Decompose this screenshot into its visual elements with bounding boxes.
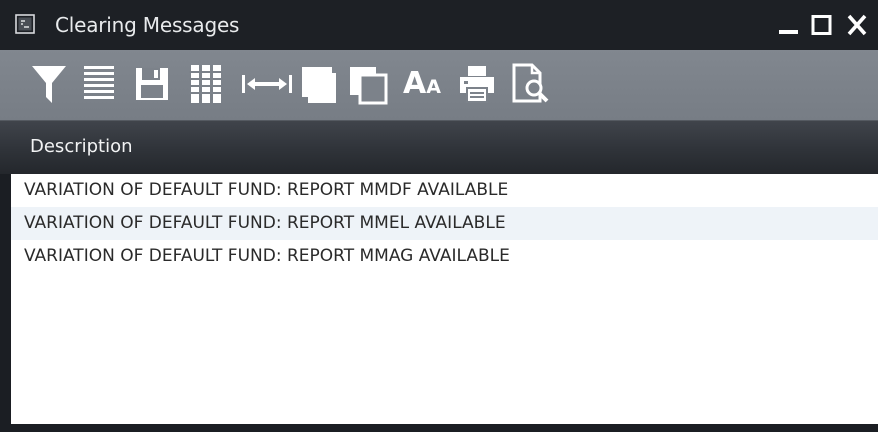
rows-icon xyxy=(84,66,114,99)
table-row[interactable]: VARIATION OF DEFAULT FUND: REPORT MMAG A… xyxy=(11,240,878,273)
floppy-disk-icon xyxy=(136,68,168,100)
send-to-back-icon xyxy=(350,67,388,105)
font-size-icon: AA xyxy=(403,69,441,99)
save-button[interactable] xyxy=(131,58,173,110)
title-bar[interactable]: Clearing Messages xyxy=(0,0,878,50)
fit-width-button[interactable] xyxy=(239,58,295,110)
print-preview-icon xyxy=(512,63,549,103)
close-icon[interactable] xyxy=(845,14,869,36)
font-size-large-letter: A xyxy=(403,66,427,101)
filter-button[interactable] xyxy=(27,58,71,110)
print-button[interactable] xyxy=(456,58,498,110)
clearing-messages-window: Clearing Messages AA Description VARIATI… xyxy=(0,0,878,432)
bring-to-front-button[interactable] xyxy=(298,58,340,110)
window-title: Clearing Messages xyxy=(55,13,240,37)
maximize-icon[interactable] xyxy=(810,14,834,36)
toolbar: AA xyxy=(0,50,878,120)
columns-grid-icon xyxy=(189,65,223,103)
columns-button[interactable] xyxy=(186,58,226,110)
printer-icon xyxy=(460,66,494,103)
font-size-button[interactable]: AA xyxy=(400,58,444,110)
bring-to-front-icon xyxy=(302,67,336,103)
rows-button[interactable] xyxy=(79,58,119,110)
minimize-icon[interactable] xyxy=(777,14,801,36)
table-row[interactable]: VARIATION OF DEFAULT FUND: REPORT MMEL A… xyxy=(11,207,878,240)
table-header: Description xyxy=(0,120,878,174)
print-preview-button[interactable] xyxy=(508,58,554,110)
column-header-description[interactable]: Description xyxy=(30,136,133,158)
send-to-back-button[interactable] xyxy=(346,58,390,110)
font-size-small-letter: A xyxy=(426,76,441,98)
messages-list[interactable]: VARIATION OF DEFAULT FUND: REPORT MMDF A… xyxy=(11,174,878,424)
app-window-icon xyxy=(15,14,35,34)
funnel-icon xyxy=(32,66,66,103)
fit-width-arrows-icon xyxy=(242,75,292,93)
table-row[interactable]: VARIATION OF DEFAULT FUND: REPORT MMDF A… xyxy=(11,174,878,207)
